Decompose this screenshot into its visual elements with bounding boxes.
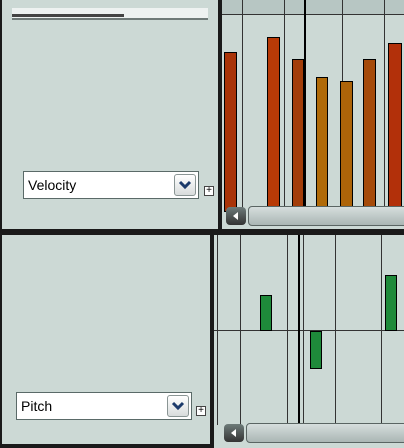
- chevron-down-icon: [178, 180, 192, 190]
- velocity-bar[interactable]: [316, 77, 328, 212]
- grid-line: [384, 0, 385, 210]
- pitch-grid[interactable]: [214, 233, 404, 448]
- pitch-horizontal-scrollbar[interactable]: [246, 423, 404, 443]
- velocity-lane-select-value: Velocity: [28, 177, 77, 193]
- grid-line: [242, 0, 243, 210]
- velocity-bar[interactable]: [267, 37, 280, 212]
- arrow-left-icon: [231, 429, 236, 437]
- plus-box-icon: +: [206, 185, 212, 196]
- pitch-note[interactable]: [385, 275, 397, 331]
- pitch-lane: Pitch +: [0, 233, 404, 448]
- velocity-expand-button[interactable]: +: [204, 186, 214, 196]
- velocity-grid[interactable]: [222, 0, 404, 233]
- chevron-down-icon: [171, 401, 185, 411]
- pitch-note[interactable]: [310, 331, 322, 369]
- velocity-horizontal-scrollbar[interactable]: [248, 206, 404, 226]
- velocity-dropdown-button[interactable]: [174, 174, 196, 196]
- pitch-lane-select[interactable]: Pitch: [16, 392, 192, 420]
- lane-height-slider-fill: [12, 14, 124, 17]
- playhead: [298, 235, 300, 425]
- plus-box-icon: +: [198, 405, 204, 416]
- pitch-lane-select-value: Pitch: [21, 398, 53, 414]
- center-line: [214, 330, 404, 331]
- grid-line: [284, 0, 285, 210]
- pitch-lane-panel: Pitch +: [0, 233, 214, 448]
- velocity-lane-panel: Velocity +: [0, 0, 222, 233]
- arrow-left-icon: [233, 212, 238, 220]
- pitch-dropdown-button[interactable]: [167, 395, 189, 417]
- velocity-bar[interactable]: [363, 59, 376, 212]
- lane-height-slider[interactable]: [12, 8, 208, 20]
- velocity-bar[interactable]: [292, 59, 304, 212]
- velocity-grid-header: [222, 0, 404, 15]
- pitch-note[interactable]: [260, 295, 272, 331]
- playhead: [304, 0, 306, 210]
- velocity-scroll-left-button[interactable]: [226, 207, 246, 225]
- velocity-bar[interactable]: [224, 52, 237, 212]
- velocity-bar[interactable]: [340, 81, 353, 212]
- velocity-lane: Velocity +: [0, 0, 404, 233]
- pitch-scroll-left-button[interactable]: [224, 424, 244, 442]
- velocity-bar[interactable]: [388, 43, 402, 212]
- velocity-lane-select[interactable]: Velocity: [23, 171, 199, 199]
- pitch-expand-button[interactable]: +: [196, 406, 206, 416]
